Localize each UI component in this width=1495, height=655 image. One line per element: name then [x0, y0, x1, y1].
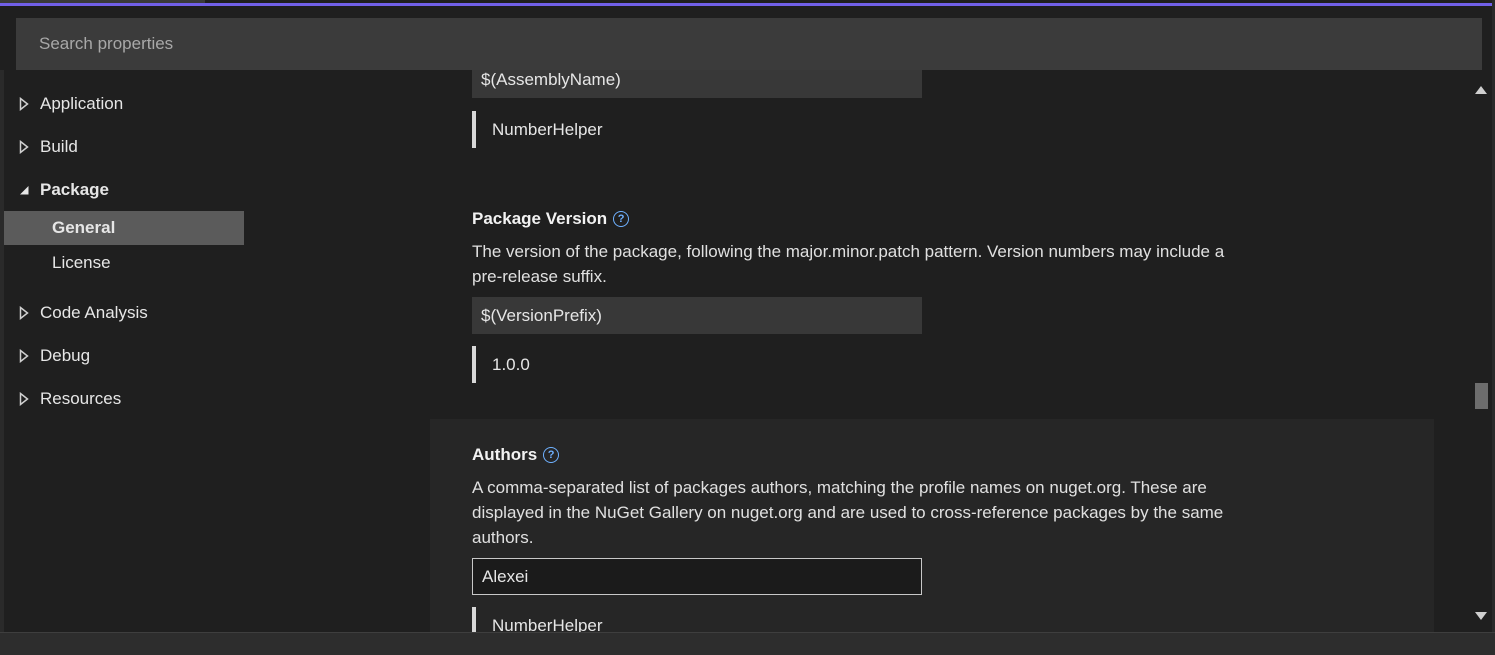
- expand-triangle-icon[interactable]: [18, 349, 30, 363]
- properties-content: $(AssemblyName) NumberHelper Package Ver…: [430, 70, 1434, 632]
- package-version-input[interactable]: $(VersionPrefix): [472, 297, 922, 334]
- expand-triangle-icon[interactable]: [18, 140, 30, 154]
- sidebar-item-application[interactable]: Application: [4, 89, 244, 119]
- scroll-thumb[interactable]: [1475, 383, 1488, 409]
- search-input[interactable]: Search properties: [16, 18, 1482, 70]
- expand-triangle-icon[interactable]: [18, 97, 30, 111]
- input-value: $(VersionPrefix): [481, 305, 602, 325]
- authors-title: Authors ?: [472, 445, 560, 465]
- field-title: Package Version: [472, 209, 608, 228]
- collapse-triangle-icon[interactable]: [18, 183, 30, 197]
- assembly-name-input[interactable]: $(AssemblyName): [472, 70, 922, 98]
- expand-triangle-icon[interactable]: [18, 306, 30, 320]
- input-value: $(AssemblyName): [481, 70, 621, 89]
- evaluated-value: NumberHelper: [472, 607, 603, 632]
- sidebar-item-resources[interactable]: Resources: [4, 384, 244, 414]
- sidebar-item-license[interactable]: License: [4, 248, 244, 278]
- scroll-up-arrow-icon[interactable]: [1475, 86, 1487, 94]
- title-accent-bar: [0, 0, 1495, 6]
- evaluated-text: NumberHelper: [492, 615, 603, 633]
- sidebar-item-general[interactable]: General: [4, 211, 244, 245]
- sidebar-item-label: Code Analysis: [40, 303, 148, 322]
- sidebar-item-code-analysis[interactable]: Code Analysis: [4, 298, 244, 328]
- sidebar-item-build[interactable]: Build: [4, 132, 244, 162]
- sidebar-item-label: License: [52, 253, 111, 272]
- sidebar-item-label: General: [52, 218, 116, 237]
- sidebar-item-label: Application: [40, 94, 124, 113]
- evaluated-bar: [472, 346, 476, 383]
- expand-triangle-icon[interactable]: [18, 392, 30, 406]
- search-placeholder: Search properties: [39, 34, 174, 53]
- authors-input[interactable]: Alexei: [472, 558, 922, 595]
- accent-line: [0, 3, 1495, 6]
- authors-description: A comma-separated list of packages autho…: [472, 478, 1224, 547]
- evaluated-text: NumberHelper: [492, 119, 603, 139]
- sidebar-item-label: Resources: [40, 389, 122, 408]
- evaluated-bar: [472, 607, 476, 632]
- field-title: Authors: [472, 445, 538, 464]
- evaluated-value: 1.0.0: [472, 346, 530, 383]
- sidebar-item-label: Debug: [40, 346, 91, 365]
- scroll-down-arrow-icon[interactable]: [1475, 612, 1487, 620]
- help-icon[interactable]: ?: [613, 211, 630, 227]
- evaluated-bar: [472, 111, 476, 148]
- package-version-title: Package Version ?: [472, 209, 630, 229]
- input-value: Alexei: [482, 566, 529, 586]
- evaluated-text: 1.0.0: [492, 354, 530, 374]
- bottom-status-bar: [0, 632, 1495, 655]
- sidebar-item-package[interactable]: Package: [4, 175, 244, 205]
- vertical-scrollbar[interactable]: [1470, 70, 1492, 632]
- sidebar-item-label: Build: [40, 137, 78, 156]
- evaluated-value: NumberHelper: [472, 111, 603, 148]
- help-icon[interactable]: ?: [543, 447, 560, 463]
- package-version-description: The version of the package, following th…: [472, 242, 1225, 286]
- sidebar-item-debug[interactable]: Debug: [4, 341, 244, 371]
- sidebar-item-label: Package: [40, 180, 109, 199]
